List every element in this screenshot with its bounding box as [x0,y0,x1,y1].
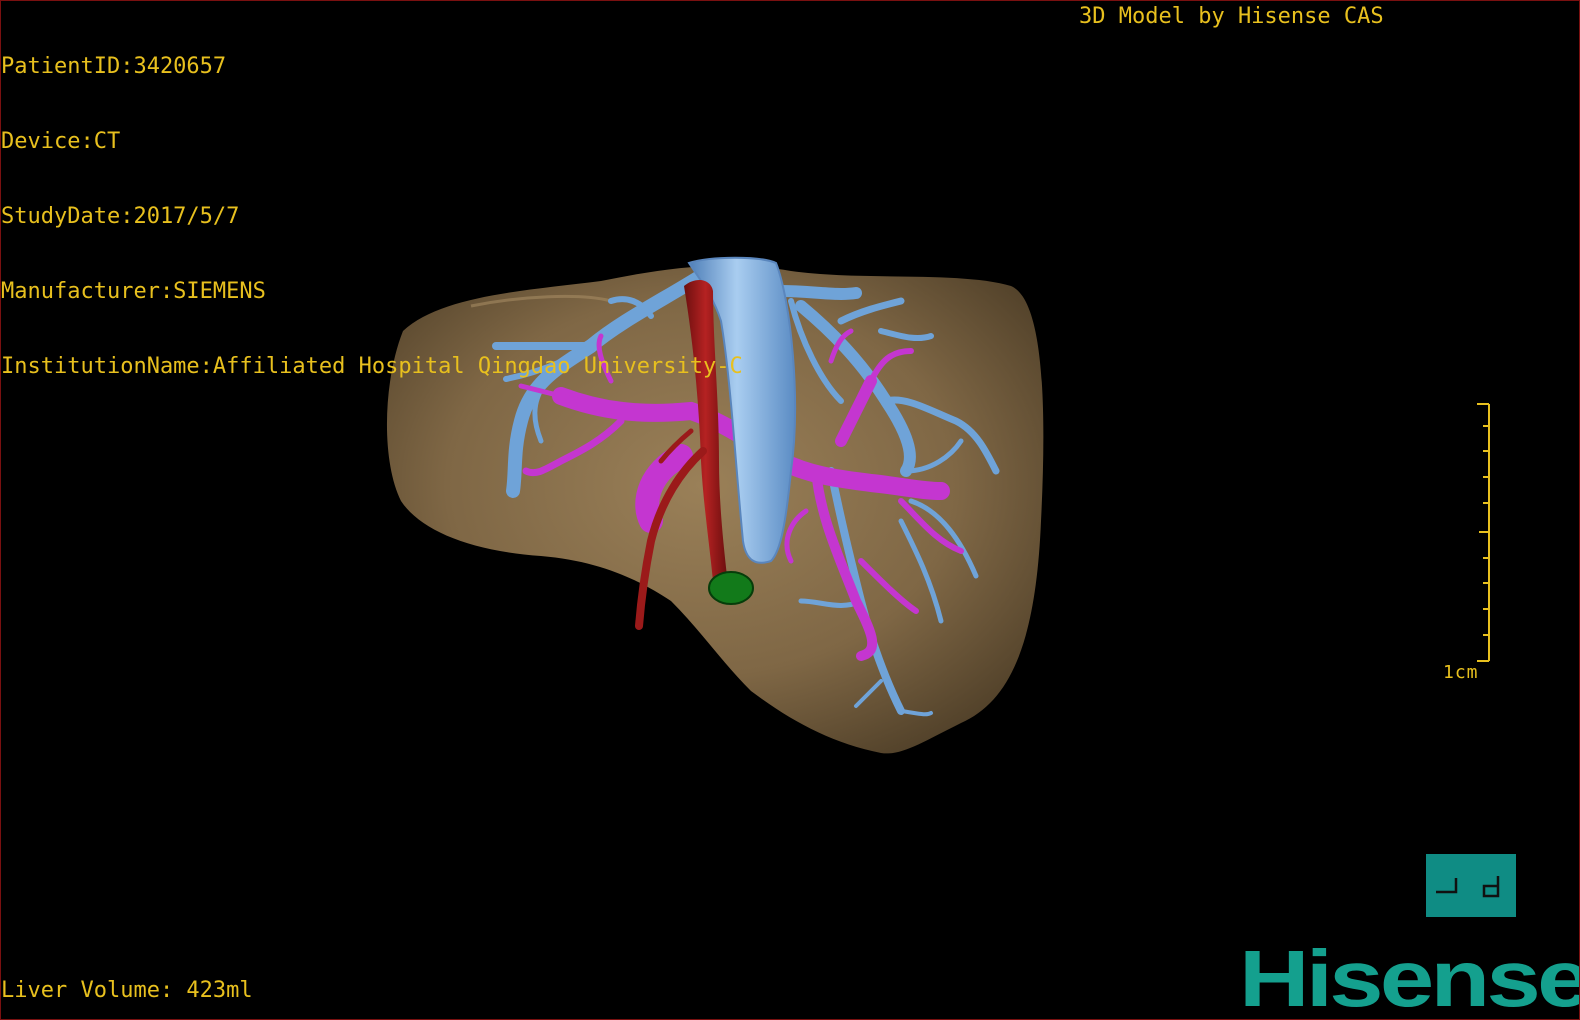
institution-name: InstitutionName:Affiliated Hospital Qing… [1,354,743,379]
hisense-logo: Hisense [1239,934,1580,1020]
scale-bar [1477,403,1490,662]
3d-viewport[interactable]: PatientID:3420657 Device:CT StudyDate:20… [0,0,1580,1020]
orientation-cube[interactable] [1426,854,1516,917]
orientation-glyph-icon [1436,876,1500,898]
patient-info-overlay: PatientID:3420657 Device:CT StudyDate:20… [1,4,743,429]
patient-id: PatientID:3420657 [1,54,227,79]
gallbladder [708,571,754,605]
liver-volume: Liver Volume: 423ml [1,978,253,1003]
device: Device:CT [1,129,121,154]
model-title: 3D Model by Hisense CAS [1079,4,1384,29]
manufacturer: Manufacturer:SIEMENS [1,279,266,304]
study-date: StudyDate:2017/5/7 [1,204,240,229]
scale-bar-label: 1cm [1443,662,1479,683]
